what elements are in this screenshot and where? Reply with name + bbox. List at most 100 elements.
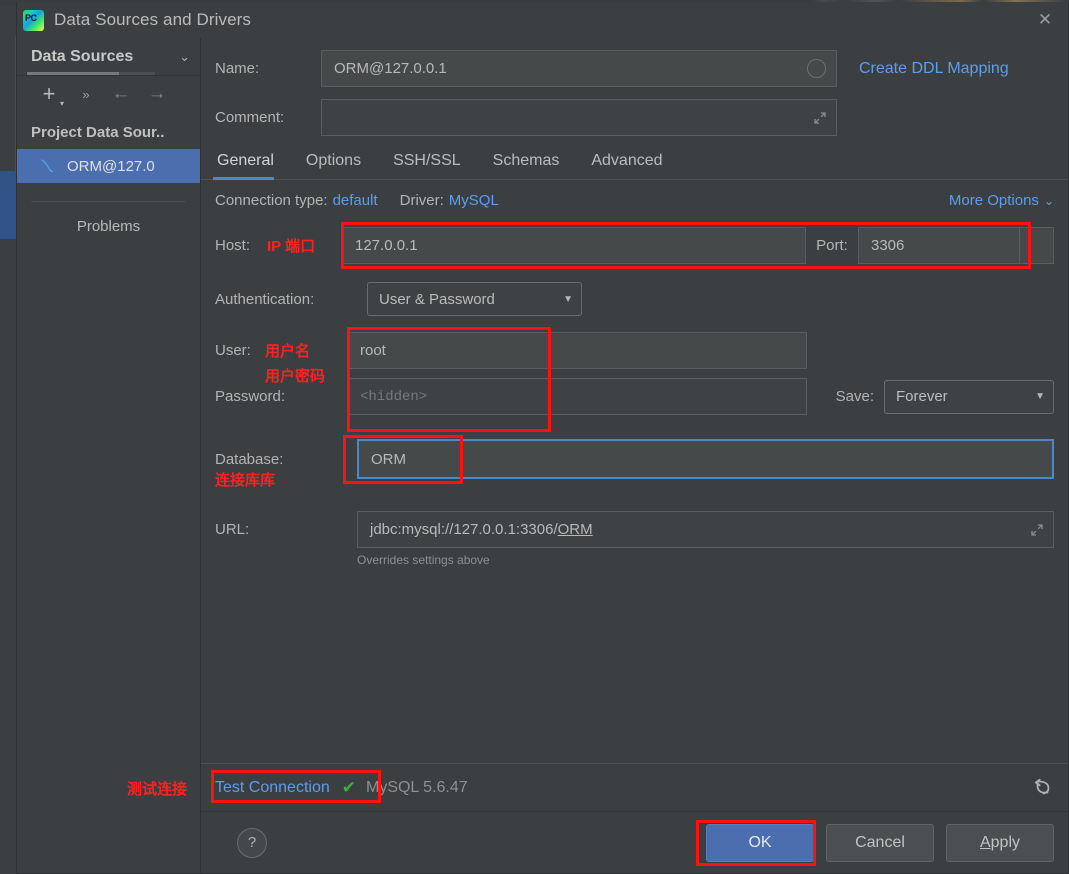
navigate-back-button[interactable]: ←	[103, 80, 139, 108]
authentication-value: User & Password	[379, 290, 495, 308]
password-label: Password:	[215, 388, 286, 405]
tab-schemas[interactable]: Schemas	[491, 148, 574, 179]
green-check-icon: ✔	[341, 777, 356, 797]
save-label: Save:	[835, 388, 874, 405]
url-input-value: jdbc:mysql://127.0.0.1:3306/ORM	[370, 521, 593, 538]
name-input[interactable]: ORM@127.0.0.1	[321, 50, 837, 87]
annotation-database: 连接库库	[215, 472, 276, 489]
sidebar: Data Sources ⌄ + » ← → Project Data Sour…	[17, 38, 201, 873]
url-label: URL:	[215, 521, 250, 538]
comment-input[interactable]	[321, 99, 837, 136]
tab-general[interactable]: General	[213, 148, 288, 180]
database-label: Database:	[215, 450, 284, 468]
port-label: Port:	[816, 237, 848, 254]
dropdown-underline	[27, 72, 155, 75]
name-label: Name:	[215, 60, 260, 77]
ide-gutter-selection	[0, 171, 16, 239]
name-row: Name: ORM@127.0.0.1 Create DDL Mapping	[215, 50, 1054, 87]
comment-row: Comment:	[215, 99, 1054, 136]
dialog-title-bar: Data Sources and Drivers ✕	[17, 2, 1068, 38]
connection-info-row: Connection type: default Driver: MySQL M…	[215, 192, 1054, 209]
sidebar-toolbar: + » ← →	[17, 76, 200, 112]
tab-advanced[interactable]: Advanced	[589, 148, 676, 179]
host-input[interactable]: 127.0.0.1	[342, 227, 806, 264]
apply-mnemonic: A	[979, 833, 991, 851]
url-database-segment: ORM	[557, 521, 593, 538]
port-input[interactable]: 3306	[858, 227, 1020, 264]
add-data-source-button[interactable]: +	[31, 80, 67, 108]
mysql-dolphin-icon	[41, 159, 54, 173]
create-ddl-mapping-link[interactable]: Create DDL Mapping	[859, 60, 1009, 78]
more-options-label: More Options	[948, 192, 1039, 209]
cancel-button[interactable]: Cancel	[826, 823, 934, 862]
annotation-user: 用户名	[265, 343, 311, 360]
url-prefix: jdbc:mysql://127.0.0.1:3306/	[370, 521, 558, 538]
apply-button[interactable]: Apply	[946, 823, 1054, 862]
ide-gutter-panel	[0, 36, 16, 171]
port-input-value: 3306	[871, 237, 905, 254]
user-input[interactable]: root	[347, 332, 807, 369]
more-actions-button[interactable]: »	[67, 80, 103, 108]
sidebar-item-problems[interactable]: Problems	[17, 202, 200, 235]
authentication-row: Authentication: User & Password ▼	[215, 282, 1054, 316]
test-connection-bar: 测试连接 Test Connection ✔ MySQL 5.6.47	[127, 763, 1068, 811]
database-row: Database: ORM 连接库库	[215, 435, 1054, 489]
revert-arrow-icon[interactable]	[1032, 777, 1054, 799]
database-input-value: ORM	[371, 450, 406, 468]
dialog-footer: ? OK Cancel Apply	[201, 811, 1068, 873]
host-label: Host:	[215, 237, 251, 254]
data-sources-dialog: Data Sources and Drivers ✕ Data Sources …	[16, 2, 1069, 874]
tab-ssh-ssl[interactable]: SSH/SSL	[391, 148, 475, 179]
connection-status-text: MySQL 5.6.47	[365, 778, 468, 796]
annotation-test-connection: 测试连接	[126, 781, 187, 798]
driver-label: Driver:	[399, 192, 444, 209]
loading-circle-icon	[807, 59, 826, 78]
caret-down-icon: ▼	[563, 293, 573, 305]
save-select[interactable]: Forever ▼	[884, 379, 1054, 414]
footer-buttons: OK Cancel Apply	[696, 820, 1054, 866]
data-sources-dropdown[interactable]: Data Sources ⌄	[17, 38, 200, 76]
sidebar-group-title: Project Data Sour..	[31, 124, 165, 141]
general-settings: Connection type: default Driver: MySQL M…	[201, 180, 1068, 763]
sidebar-item-label: ORM@127.0	[67, 157, 155, 175]
authentication-label: Authentication:	[215, 290, 315, 308]
user-password-block: User: 用户名 root Password: <hidden> Save:	[215, 327, 1054, 432]
caret-down-icon: ▼	[1035, 391, 1045, 402]
ide-left-gutter	[0, 6, 16, 874]
host-row-filler	[1020, 227, 1054, 264]
close-icon[interactable]: ✕	[1030, 6, 1060, 32]
apply-label-rest: pply	[990, 833, 1021, 851]
help-question-icon[interactable]: ?	[237, 827, 267, 858]
url-row: URL: jdbc:mysql://127.0.0.1:3306/ORM	[215, 511, 1054, 548]
connection-type-value[interactable]: default	[333, 192, 378, 209]
sidebar-item-orm-datasource[interactable]: ORM@127.0	[17, 149, 200, 183]
tab-options[interactable]: Options	[304, 148, 375, 179]
chevron-down-icon: ⌄	[1043, 194, 1054, 208]
more-options-toggle[interactable]: More Options ⌄	[949, 192, 1054, 209]
driver-value[interactable]: MySQL	[449, 192, 499, 209]
url-input[interactable]: jdbc:mysql://127.0.0.1:3306/ORM	[357, 511, 1054, 548]
settings-tabs: General Options SSH/SSL Schemas Advanced	[201, 142, 1068, 180]
password-input[interactable]: <hidden>	[347, 378, 807, 415]
expand-editor-icon[interactable]	[813, 111, 827, 125]
database-input[interactable]: ORM	[357, 439, 1054, 479]
save-value: Forever	[896, 388, 948, 405]
authentication-select[interactable]: User & Password ▼	[367, 282, 582, 316]
save-group: Save: Forever ▼	[835, 379, 1054, 414]
navigate-forward-button[interactable]: →	[139, 80, 175, 108]
name-input-value: ORM@127.0.0.1	[334, 60, 447, 77]
user-input-value: root	[360, 342, 386, 359]
data-sources-dropdown-label: Data Sources	[31, 47, 134, 65]
host-input-value: 127.0.0.1	[355, 237, 418, 254]
annotation-host-port: IP 端口	[267, 238, 316, 255]
settings-pane: Name: ORM@127.0.0.1 Create DDL Mapping C…	[127, 38, 1068, 873]
url-hint: Overrides settings above	[357, 553, 490, 567]
expand-editor-icon[interactable]	[1030, 523, 1044, 537]
ok-button[interactable]: OK	[706, 823, 814, 862]
annotation-password: 用户密码	[265, 368, 326, 385]
test-connection-link[interactable]: Test Connection	[215, 779, 330, 797]
top-fields: Name: ORM@127.0.0.1 Create DDL Mapping C…	[201, 38, 1068, 142]
connection-type-label: Connection type:	[215, 192, 328, 209]
comment-label: Comment:	[215, 109, 285, 126]
host-port-row: Host: IP 端口 127.0.0.1 Port: 3306	[215, 222, 1054, 269]
